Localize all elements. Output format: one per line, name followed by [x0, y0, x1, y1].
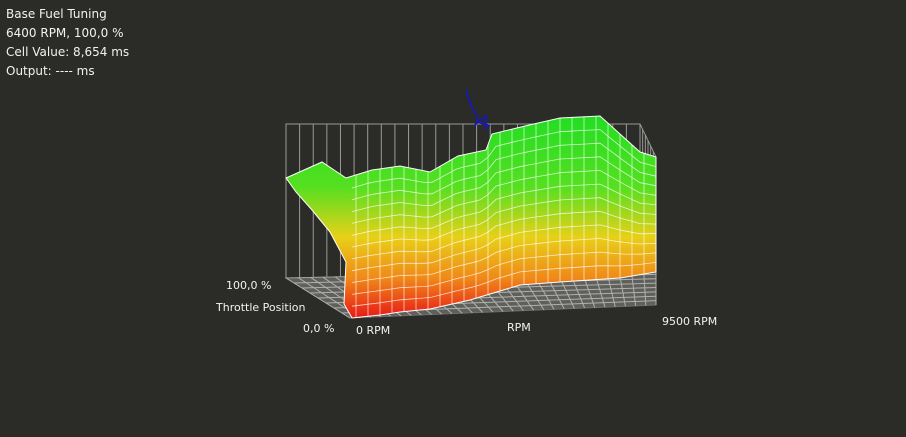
rpm-axis-label: RPM [507, 321, 531, 334]
fuel-map-3d-surface[interactable]: 100,0 % Throttle Position 0,0 % 0 RPM RP… [0, 0, 906, 437]
throttle-max-label: 100,0 % [226, 279, 271, 292]
throttle-min-label: 0,0 % [303, 322, 334, 335]
throttle-axis-label: Throttle Position [215, 301, 306, 314]
rpm-min-label: 0 RPM [356, 324, 390, 337]
rpm-max-label: 9500 RPM [662, 315, 717, 328]
